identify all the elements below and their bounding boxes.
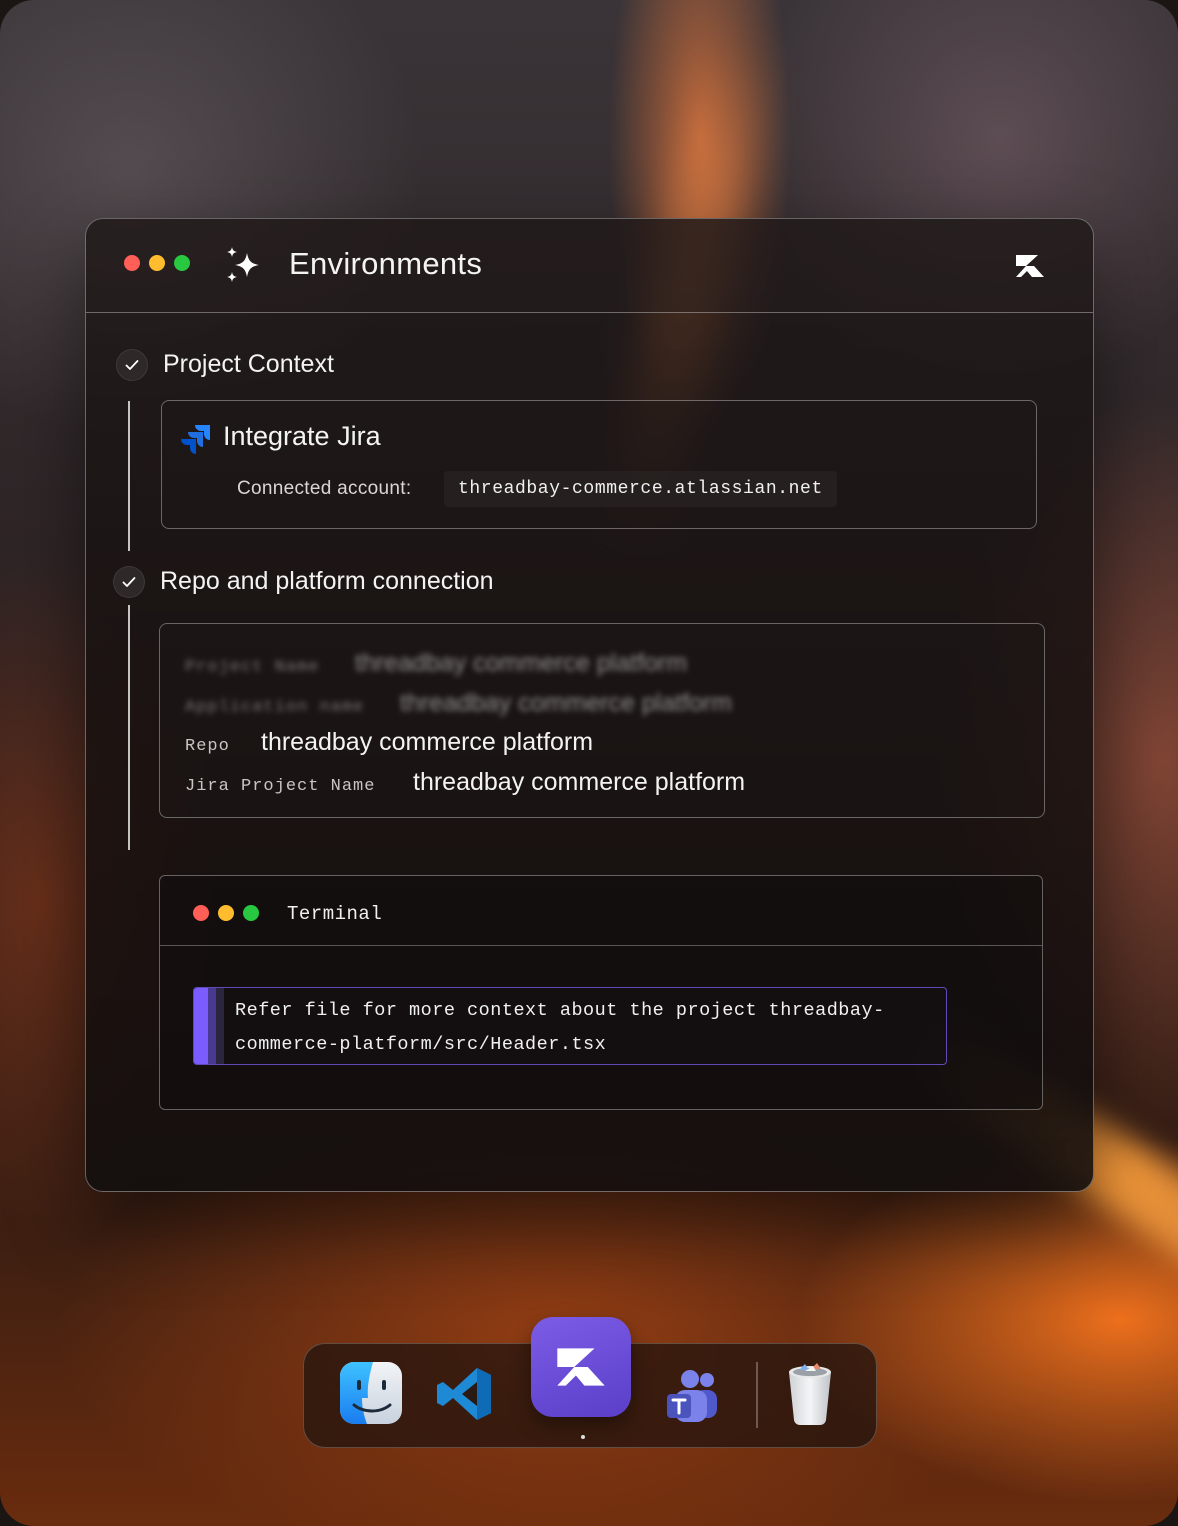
close-button[interactable] [124, 255, 140, 271]
window-controls [124, 255, 190, 271]
brand-logo-icon [1016, 255, 1044, 277]
field-key: Project Name [185, 658, 320, 677]
field-row-project-name: Project Name threadbay commerce platform [185, 649, 687, 678]
environments-window: Environments Project Context Integrate J… [85, 218, 1094, 1192]
terminal-window-controls [193, 905, 259, 921]
integrate-jira-card[interactable]: Integrate Jira Connected account: thread… [161, 400, 1037, 529]
terminal-zoom-button[interactable] [243, 905, 259, 921]
step-complete-check-icon [116, 349, 148, 381]
dock [303, 1317, 877, 1448]
dock-separator [756, 1362, 758, 1428]
window-titlebar: Environments [86, 219, 1093, 313]
connected-account-value: threadbay-commerce.atlassian.net [444, 471, 837, 507]
message-accent-bar [194, 988, 224, 1064]
terminal-close-button[interactable] [193, 905, 209, 921]
zoom-button[interactable] [174, 255, 190, 271]
step-title-repo-platform: Repo and platform connection [160, 567, 494, 595]
field-key: Repo [185, 737, 230, 756]
card-title: Integrate Jira [223, 421, 381, 451]
terminal-minimize-button[interactable] [218, 905, 234, 921]
field-row-repo: Repo threadbay commerce platform [185, 728, 593, 757]
terminal-message[interactable]: Refer file for more context about the pr… [193, 987, 947, 1065]
vscode-icon[interactable] [435, 1365, 493, 1423]
app-logo-icon[interactable] [531, 1317, 631, 1417]
repo-platform-card: Project Name threadbay commerce platform… [159, 623, 1045, 818]
window-title: Environments [289, 246, 483, 281]
sparkle-icon [227, 247, 259, 282]
terminal-titlebar: Terminal [160, 876, 1042, 946]
app-logo-glyph [557, 1348, 605, 1386]
field-row-application-name: Application name threadbay commerce plat… [185, 689, 732, 718]
step-connector-line [128, 401, 130, 551]
field-value: threadbay commerce platform [355, 649, 688, 677]
step-complete-check-icon [113, 566, 145, 598]
field-key: Application name [185, 698, 365, 717]
teams-icon[interactable] [665, 1368, 721, 1424]
step-connector-line [128, 605, 130, 850]
trash-icon[interactable] [785, 1362, 835, 1426]
terminal-panel[interactable]: Terminal Refer file for more context abo… [159, 875, 1043, 1110]
minimize-button[interactable] [149, 255, 165, 271]
field-key: Jira Project Name [185, 777, 376, 796]
jira-icon [181, 425, 210, 454]
connected-account-label: Connected account: [237, 478, 412, 499]
step-title-project-context: Project Context [163, 350, 334, 378]
running-app-indicator [581, 1435, 585, 1439]
terminal-message-line: Refer file for more context about the pr… [235, 1000, 885, 1021]
terminal-message-text: Refer file for more context about the pr… [235, 994, 916, 1062]
terminal-title: Terminal [287, 903, 383, 925]
field-value: threadbay commerce platform [400, 689, 733, 717]
field-value: threadbay commerce platform [261, 728, 594, 756]
field-value: threadbay commerce platform [413, 768, 746, 796]
finder-icon[interactable] [340, 1362, 402, 1424]
terminal-message-line: commerce-platform/src/Header.tsx [235, 1034, 607, 1055]
field-row-jira-project-name: Jira Project Name threadbay commerce pla… [185, 768, 745, 797]
